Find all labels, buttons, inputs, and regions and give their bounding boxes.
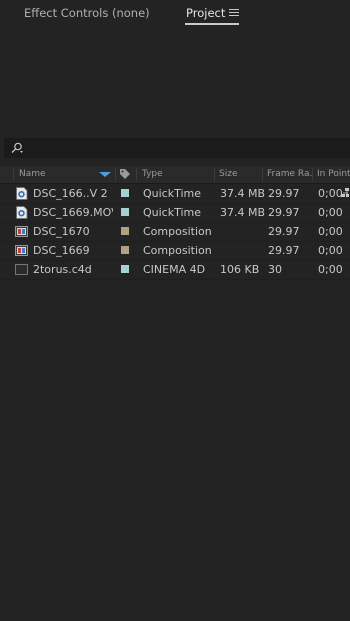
label-color-swatch[interactable] — [121, 227, 129, 235]
item-frame-rate: 29.97 — [268, 187, 300, 200]
cinema4d-file-icon — [15, 264, 28, 275]
project-item-row[interactable]: DSC_1669.MOV QuickTime 37.4 MB 29.97 0;0… — [0, 203, 350, 222]
proxy-hierarchy-icon — [341, 188, 349, 197]
quicktime-file-icon — [16, 187, 28, 200]
tab-project[interactable]: Project — [186, 6, 225, 20]
panel-menu-icon[interactable] — [229, 9, 239, 17]
item-in-point: 0;00 — [318, 206, 343, 219]
panel-tab-bar: Effect Controls (none) Project — [0, 0, 350, 28]
item-in-point: 0;00 — [318, 244, 343, 257]
label-color-swatch[interactable] — [121, 189, 129, 197]
label-tag-icon[interactable] — [119, 168, 131, 180]
item-in-point: 0;00 — [318, 187, 343, 200]
item-name: DSC_1669.MOV — [33, 206, 113, 219]
tab-effect-controls[interactable]: Effect Controls (none) — [24, 6, 150, 20]
item-name: DSC_1670 — [33, 225, 90, 238]
item-frame-rate: 30 — [268, 263, 282, 276]
column-header-type[interactable]: Type — [142, 169, 163, 179]
item-in-point: 0;00 — [318, 263, 343, 276]
sort-descending-icon[interactable] — [99, 172, 111, 177]
item-type: QuickTime — [143, 206, 202, 219]
label-color-swatch[interactable] — [121, 265, 129, 273]
item-type: Composition — [143, 244, 212, 257]
item-frame-rate: 29.97 — [268, 244, 300, 257]
item-name: 2torus.c4d — [33, 263, 92, 276]
quicktime-file-icon — [16, 206, 28, 219]
project-preview-area — [0, 28, 350, 136]
project-item-row[interactable]: DSC_1669 Composition 29.97 0;00 — [0, 241, 350, 260]
item-type: QuickTime — [143, 187, 202, 200]
column-header-name[interactable]: Name — [19, 169, 46, 179]
composition-icon — [15, 245, 28, 256]
project-item-row[interactable]: 2torus.c4d CINEMA 4D 106 KB 30 0;00 — [0, 260, 350, 279]
item-type: Composition — [143, 225, 212, 238]
column-header-frame-rate[interactable]: Frame Ra... — [267, 169, 312, 179]
item-in-point: 0;00 — [318, 225, 343, 238]
project-item-row[interactable]: DSC_166..V 2 QuickTime 37.4 MB 29.97 0;0… — [0, 184, 350, 203]
label-color-swatch[interactable] — [121, 246, 129, 254]
item-frame-rate: 29.97 — [268, 225, 300, 238]
item-frame-rate: 29.97 — [268, 206, 300, 219]
project-item-row[interactable]: DSC_1670 Composition 29.97 0;00 — [0, 222, 350, 241]
active-tab-indicator — [185, 23, 239, 25]
item-size: 37.4 MB — [220, 206, 266, 219]
item-type: CINEMA 4D — [143, 263, 206, 276]
item-size: 106 KB — [220, 263, 260, 276]
search-icon[interactable] — [10, 142, 24, 154]
item-name: DSC_166..V 2 — [33, 187, 108, 200]
item-name: DSC_1669 — [33, 244, 90, 257]
search-field[interactable] — [4, 138, 350, 158]
composition-icon — [15, 226, 28, 237]
column-header-size[interactable]: Size — [219, 169, 237, 179]
column-header-in-point[interactable]: In Point — [317, 169, 350, 179]
label-color-swatch[interactable] — [121, 208, 129, 216]
item-size: 37.4 MB — [220, 187, 266, 200]
column-header-row: Name Type Size Frame Ra... In Point — [0, 166, 350, 184]
